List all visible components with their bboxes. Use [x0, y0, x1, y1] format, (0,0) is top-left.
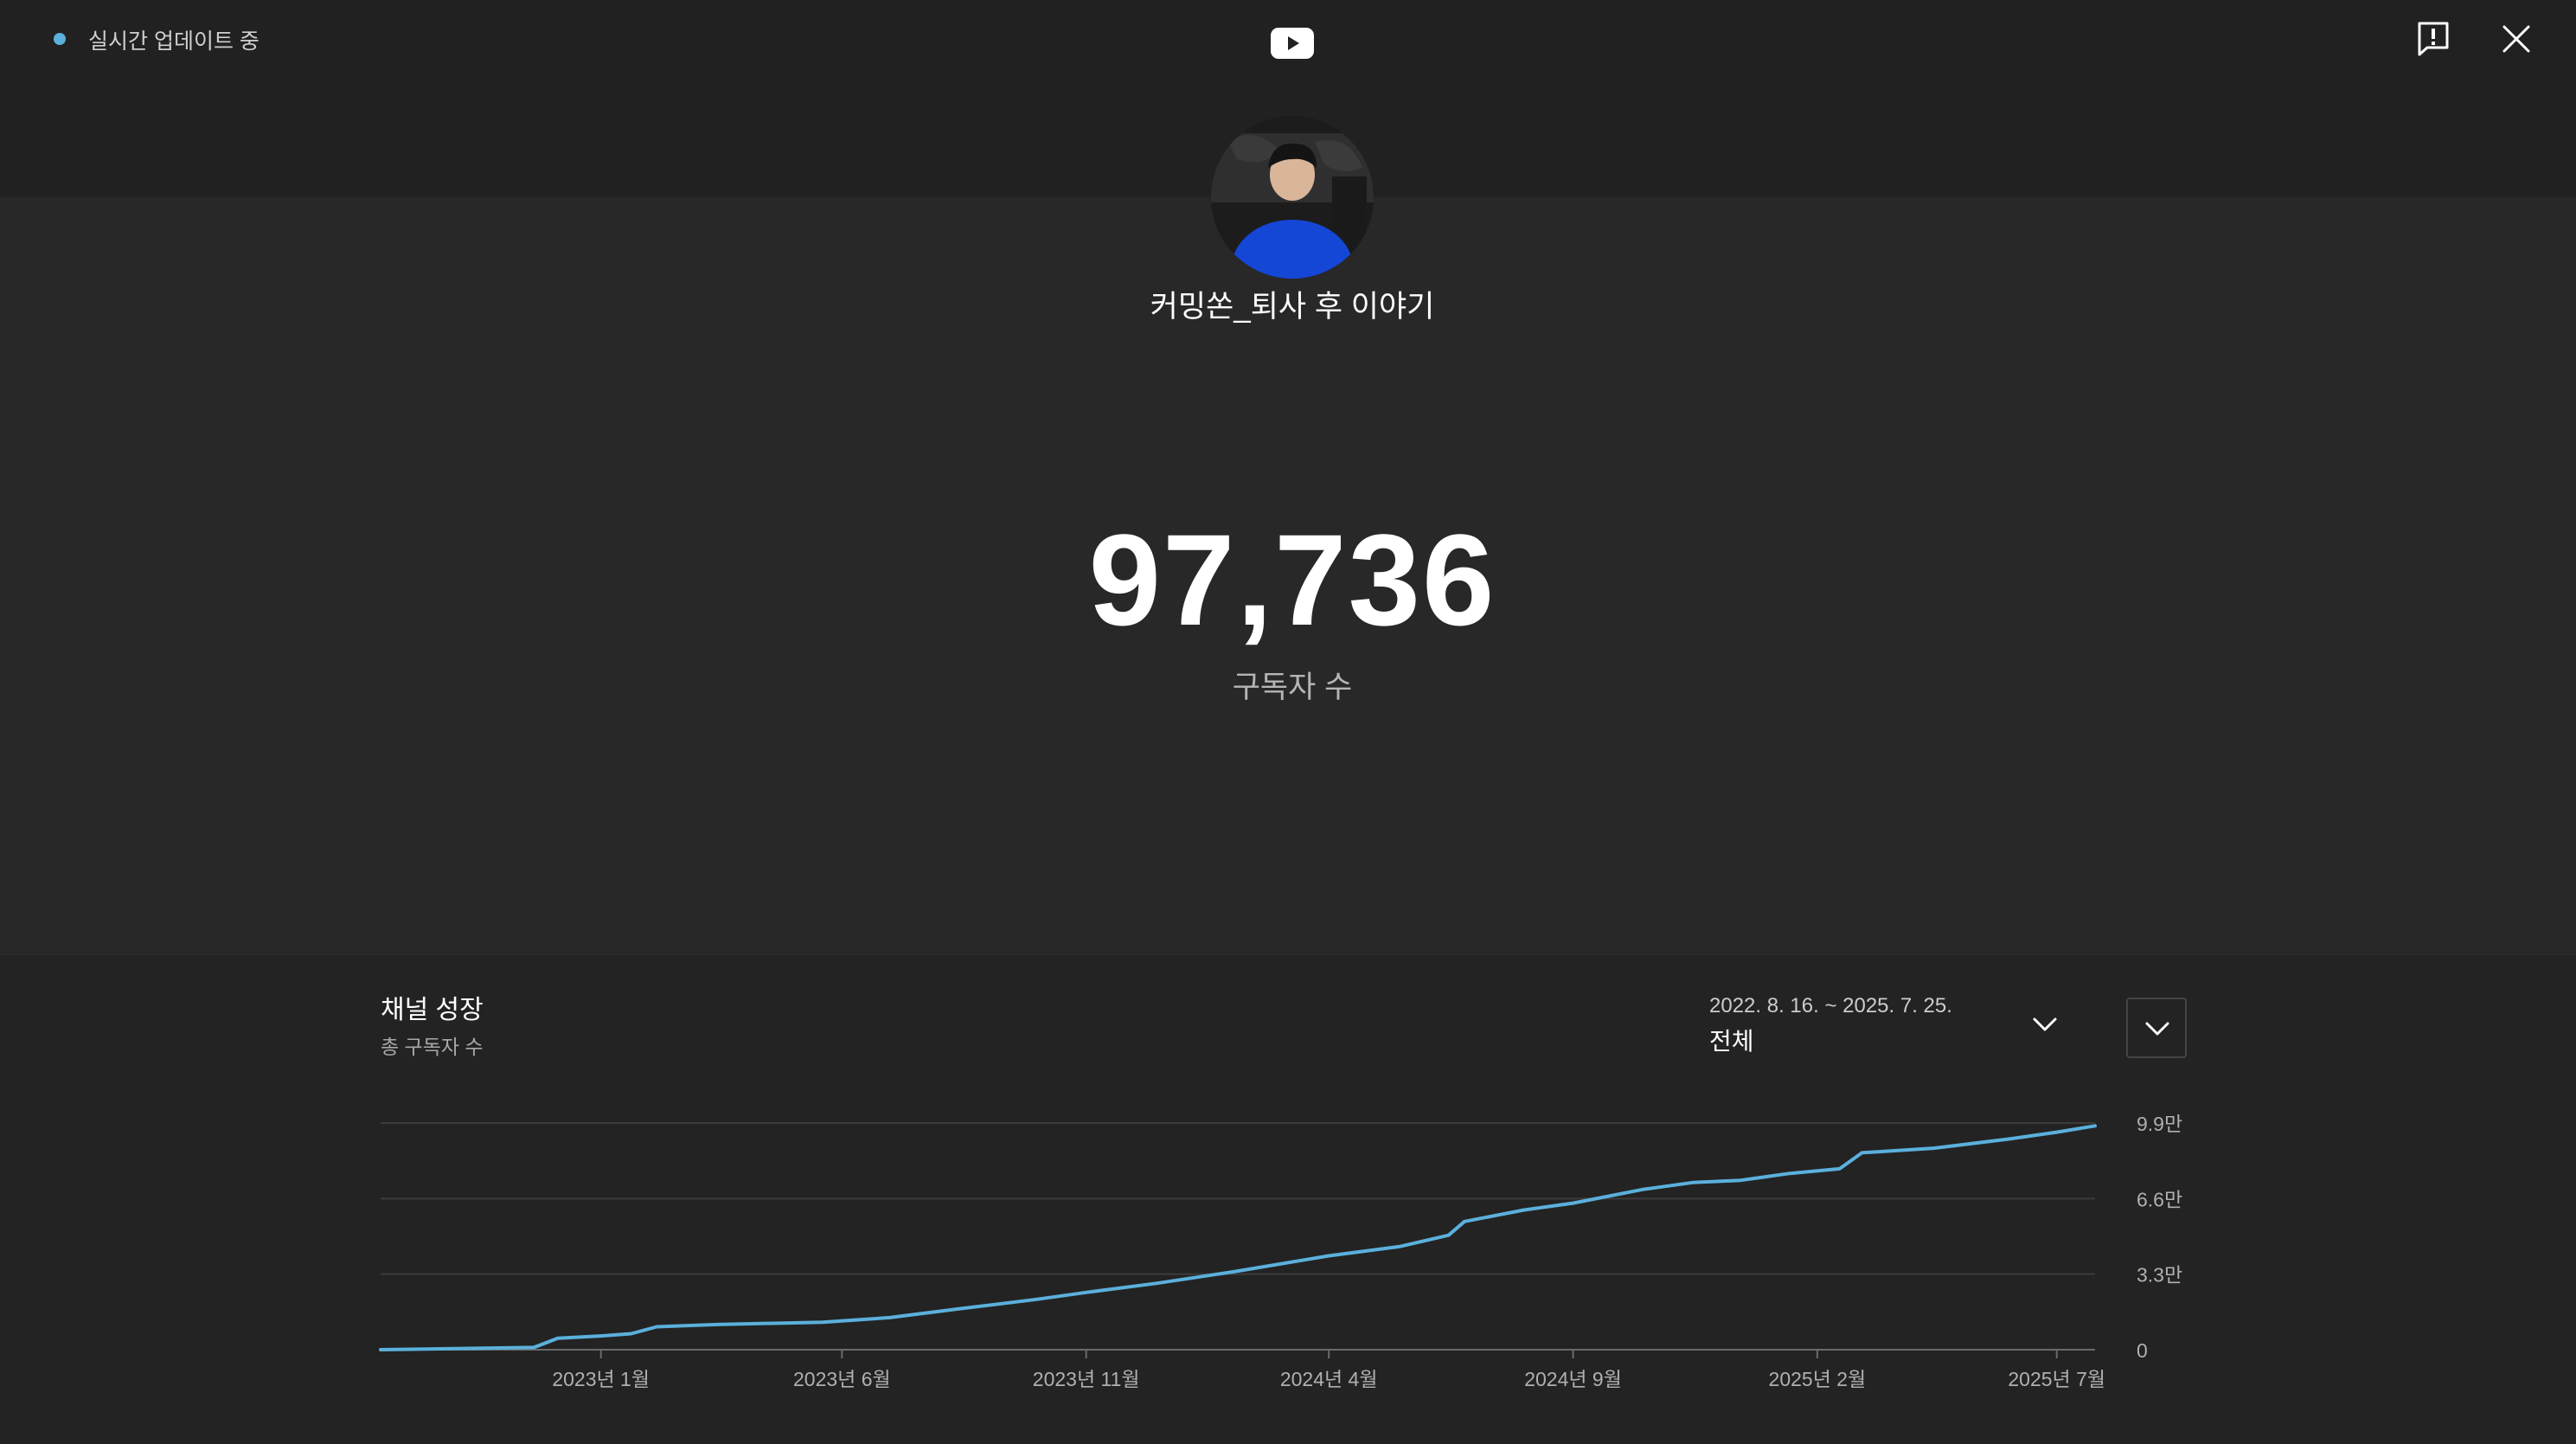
y-tick-label: 3.3만 — [2137, 1264, 2182, 1287]
channel-avatar — [1211, 116, 1374, 279]
live-dot-icon — [54, 33, 66, 45]
growth-title: 채널 성장 — [381, 996, 484, 1024]
feedback-icon[interactable] — [2417, 21, 2450, 57]
close-icon[interactable] — [2500, 22, 2533, 55]
x-tick-label: 2024년 9월 — [1524, 1368, 1622, 1390]
subscriber-growth-chart: 0 3.3만 6.6만 9.9만 2023년 1월 2023년 6월 2023년 11월 20… — [379, 1113, 2182, 1390]
channel-name: 커밍쏜_퇴사 후 이야기 — [1150, 290, 1435, 324]
date-range-period: 전체 — [1709, 1028, 1754, 1055]
date-range-dropdown[interactable]: 2022. 8. 16. ~ 2025. 7. 25. 전체 — [1706, 988, 2069, 1066]
x-tick-label: 2023년 6월 — [793, 1368, 891, 1390]
y-tick-label: 6.6만 — [2137, 1188, 2182, 1210]
x-tick-label: 2025년 2월 — [1769, 1368, 1867, 1390]
chevron-down-icon — [2145, 1022, 2169, 1036]
x-tick-label: 2025년 7월 — [2008, 1368, 2105, 1390]
series-line — [379, 1124, 2097, 1351]
chart-collapse-button[interactable] — [2126, 998, 2187, 1058]
x-tick-label: 2023년 11월 — [1033, 1368, 1140, 1390]
youtube-play-icon — [1271, 28, 1314, 59]
chevron-down-icon — [2033, 1017, 2057, 1031]
live-update-label: 실시간 업데이트 중 — [88, 29, 260, 54]
subscriber-count-label: 구독자 수 — [1232, 671, 1353, 704]
avatar-image — [1211, 116, 1374, 279]
y-tick-label: 0 — [2137, 1339, 2148, 1362]
x-tick-label: 2023년 1월 — [552, 1368, 650, 1390]
subscriber-count: 97,736 — [1088, 507, 1496, 652]
x-tick-label: 2024년 4월 — [1280, 1368, 1378, 1390]
growth-subtitle: 총 구독자 수 — [381, 1036, 484, 1058]
y-tick-label: 9.9만 — [2137, 1113, 2182, 1135]
date-range-text: 2022. 8. 16. ~ 2025. 7. 25. — [1709, 994, 1952, 1017]
